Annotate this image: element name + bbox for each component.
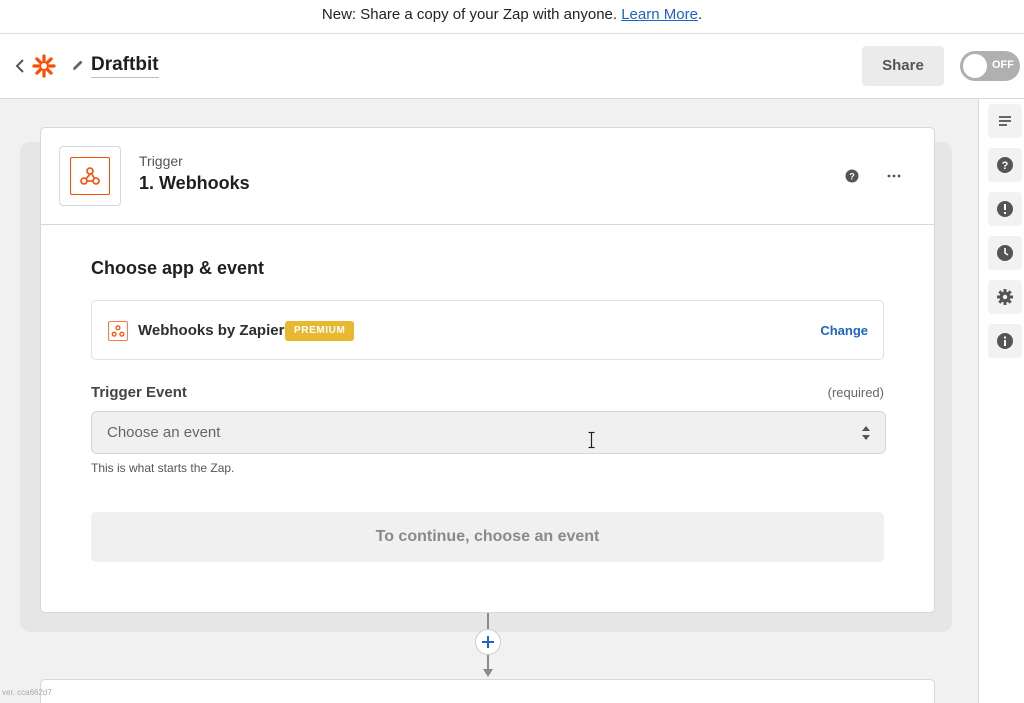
settings-icon — [997, 289, 1013, 305]
select-arrows-icon — [862, 426, 870, 440]
selected-app-row: Webhooks by Zapier PREMIUM Change — [91, 300, 884, 360]
change-app-link[interactable]: Change — [820, 323, 868, 338]
step-title: 1. Webhooks — [139, 173, 250, 193]
toggle-label: OFF — [992, 59, 1014, 71]
premium-badge: PREMIUM — [285, 321, 355, 341]
info-button[interactable] — [988, 324, 1022, 358]
alert-icon — [997, 201, 1013, 217]
next-step-card[interactable] — [40, 679, 935, 703]
alerts-button[interactable] — [988, 192, 1022, 226]
zap-name[interactable]: Draftbit — [91, 54, 159, 78]
history-icon — [997, 245, 1013, 261]
text-cursor-icon — [588, 431, 595, 449]
app-name: Webhooks by Zapier — [138, 322, 285, 339]
banner-suffix: . — [697, 6, 703, 23]
right-sidebar: ? — [978, 99, 1024, 703]
svg-text:?: ? — [1002, 160, 1009, 172]
version-label: ver. cca662d7 — [2, 688, 52, 697]
zapier-logo-icon[interactable] — [32, 54, 56, 78]
banner-text: New: Share a copy of your Zap with anyon… — [321, 6, 622, 23]
webhooks-small-icon — [108, 321, 128, 341]
editor-header: Draftbit Share OFF — [0, 34, 1024, 99]
more-options-icon[interactable] — [887, 174, 901, 178]
pencil-icon[interactable] — [71, 58, 85, 72]
history-button[interactable] — [988, 236, 1022, 270]
announcement-banner: New: Share a copy of your Zap with anyon… — [0, 0, 1024, 34]
step-header[interactable]: Trigger 1. Webhooks ? — [41, 128, 934, 225]
section-title: Choose app & event — [91, 258, 265, 278]
select-placeholder: Choose an event — [107, 424, 221, 441]
continue-button[interactable]: To continue, choose an event — [91, 512, 884, 562]
details-icon — [999, 116, 1011, 126]
add-step-button[interactable] — [475, 629, 501, 655]
step-kind-label: Trigger — [139, 153, 183, 169]
info-icon — [997, 333, 1013, 349]
help-icon: ? — [997, 157, 1013, 173]
plus-icon — [482, 636, 494, 648]
details-button[interactable] — [988, 104, 1022, 138]
settings-button[interactable] — [988, 280, 1022, 314]
help-button[interactable]: ? — [988, 148, 1022, 182]
chevron-left-icon[interactable] — [12, 57, 28, 75]
required-label: (required) — [827, 385, 884, 400]
zap-on-off-toggle[interactable]: OFF — [960, 51, 1020, 81]
arrow-down-icon — [483, 669, 493, 677]
toggle-knob — [963, 54, 987, 78]
trigger-step-card: Trigger 1. Webhooks ? Choose app & event… — [40, 127, 935, 613]
field-hint: This is what starts the Zap. — [91, 461, 235, 475]
share-button[interactable]: Share — [862, 46, 944, 86]
trigger-event-select[interactable]: Choose an event — [91, 411, 886, 454]
help-icon[interactable]: ? — [845, 169, 859, 183]
svg-text:?: ? — [849, 172, 855, 182]
trigger-event-label: Trigger Event — [91, 384, 187, 401]
learn-more-link[interactable]: Learn More — [621, 6, 698, 23]
webhooks-icon — [70, 157, 110, 195]
app-icon-frame — [59, 146, 121, 206]
